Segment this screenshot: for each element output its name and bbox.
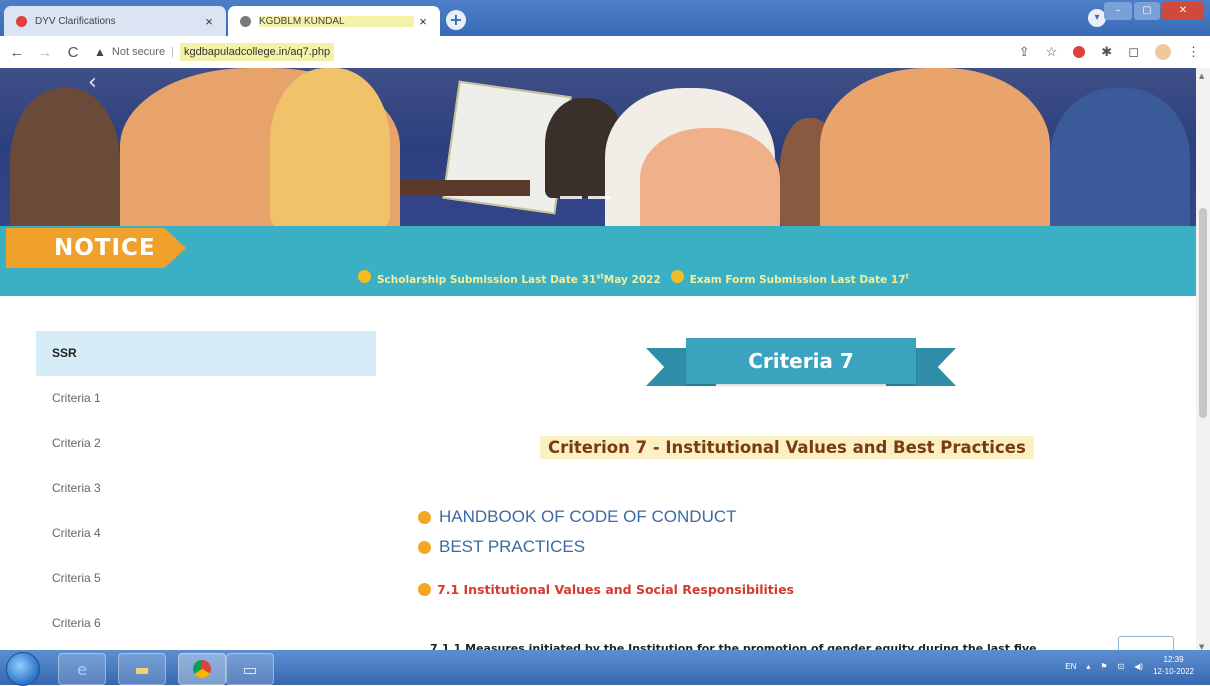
sidebar-item-criteria-6[interactable]: Criteria 6 — [36, 601, 376, 646]
ticker-item[interactable]: Scholarship Submission Last Date 31stMay… — [358, 270, 661, 286]
url-text[interactable]: kgdbapuladcollege.in/aq7.php — [179, 43, 335, 61]
divider: | — [171, 46, 174, 58]
hero-figure — [1050, 88, 1190, 226]
ticker-text: Scholarship Submission Last Date 31 — [377, 274, 597, 286]
criterion-heading: Criterion 7 - Institutional Values and B… — [540, 436, 1034, 459]
hero-figure — [270, 68, 390, 226]
minimize-button[interactable]: – — [1104, 2, 1132, 20]
sidebar-item-ssr[interactable]: SSR — [36, 331, 376, 376]
ticker-sup: t — [905, 272, 909, 281]
carousel-prev-icon[interactable]: ‹ — [88, 70, 97, 95]
criteria-sidebar: SSR Criteria 1 Criteria 2 Criteria 3 Cri… — [36, 331, 376, 646]
subsection-heading[interactable]: 7.1 Institutional Values and Social Resp… — [418, 582, 794, 597]
sidebar-panel-icon[interactable]: ◻ — [1128, 44, 1139, 60]
tab-title: KGDBLM KUNDAL — [259, 15, 414, 27]
profile-avatar-icon[interactable] — [1155, 44, 1171, 60]
ticker-text: Exam Form Submission Last Date 17 — [689, 274, 906, 286]
handbook-link[interactable]: HANDBOOK OF CODE OF CONDUCT — [418, 502, 737, 532]
security-label: Not secure — [111, 46, 166, 58]
subsection-label[interactable]: 7.1 Institutional Values and Social Resp… — [437, 582, 794, 597]
page-title: Criteria 7 — [686, 338, 916, 384]
sidebar-item-criteria-3[interactable]: Criteria 3 — [36, 466, 376, 511]
sidebar-item-criteria-4[interactable]: Criteria 4 — [36, 511, 376, 556]
window-controls: – ▢ ✕ — [1104, 2, 1204, 20]
bullet-icon — [418, 540, 431, 554]
link-label[interactable]: HANDBOOK OF CODE OF CONDUCT — [439, 507, 737, 527]
clock-time: 12:39 — [1163, 655, 1184, 664]
content-links: HANDBOOK OF CODE OF CONDUCT BEST PRACTIC… — [418, 502, 737, 562]
carousel-dot[interactable] — [560, 196, 582, 199]
ticker-sup: st — [596, 272, 604, 281]
browser-tab-bar: DYV Clarifications × KGDBLM KUNDAL × + ▾… — [0, 0, 1210, 36]
hero-figure — [640, 128, 780, 226]
bullet-icon — [670, 270, 684, 283]
favicon-icon — [16, 15, 27, 27]
bullet-icon — [358, 270, 371, 283]
extension-icon[interactable] — [1073, 46, 1086, 58]
clock-date: 12-10-2022 — [1153, 667, 1194, 676]
sidebar-item-criteria-5[interactable]: Criteria 5 — [36, 556, 376, 601]
scroll-up-icon[interactable]: ▲ — [1199, 72, 1204, 80]
chrome-logo — [193, 660, 211, 678]
windows-taskbar: e ▬ ▭ EN ▴ ⚑ ⊡ ◀) 12:39 12-10-2022 — [0, 650, 1210, 686]
internet-explorer-icon[interactable]: e — [58, 653, 106, 685]
close-tab-icon[interactable]: × — [414, 14, 432, 29]
sidebar-item-criteria-1[interactable]: Criteria 1 — [36, 376, 376, 421]
close-tab-icon[interactable]: × — [200, 14, 218, 29]
display-settings-icon[interactable]: ▭ — [226, 653, 274, 685]
volume-icon[interactable]: ◀) — [1134, 662, 1143, 671]
link-label[interactable]: BEST PRACTICES — [439, 537, 585, 557]
favicon-icon — [240, 15, 251, 27]
page-scrollbar[interactable]: ▲ ▼ — [1196, 68, 1210, 655]
forward-arrow-icon[interactable]: → — [34, 44, 56, 61]
warning-icon[interactable]: ▲ — [94, 45, 106, 59]
show-hidden-icons-icon[interactable]: ▴ — [1086, 662, 1090, 671]
bullet-icon — [418, 583, 431, 596]
scroll-thumb[interactable] — [1199, 208, 1207, 418]
carousel-dots — [560, 196, 610, 199]
best-practices-link[interactable]: BEST PRACTICES — [418, 532, 737, 562]
chrome-icon[interactable] — [178, 653, 226, 685]
menu-dots-icon[interactable]: ⋮ — [1187, 44, 1200, 60]
maximize-button[interactable]: ▢ — [1134, 2, 1160, 20]
start-button[interactable] — [6, 652, 40, 686]
ticker-item[interactable]: Exam Form Submission Last Date 17t — [670, 270, 909, 286]
clock[interactable]: 12:39 12-10-2022 — [1153, 654, 1194, 678]
tray-image — [400, 180, 530, 196]
hero-figure — [10, 88, 120, 226]
language-indicator[interactable]: EN — [1065, 662, 1076, 671]
network-icon[interactable]: ⊡ — [1118, 662, 1125, 671]
notice-ticker: Scholarship Submission Last Date 31stMay… — [358, 270, 909, 286]
new-tab-button[interactable]: + — [446, 10, 466, 30]
tab-dyv-clarifications[interactable]: DYV Clarifications × — [4, 6, 226, 36]
ticker-tail: May 2022 — [603, 274, 661, 286]
hero-figure — [820, 68, 1050, 226]
flag-icon[interactable]: ⚑ — [1100, 662, 1107, 671]
carousel-dot[interactable] — [588, 196, 610, 199]
close-window-button[interactable]: ✕ — [1162, 2, 1204, 20]
share-icon[interactable]: ⇪ — [1019, 44, 1030, 60]
tab-kgdblm-kundal[interactable]: KGDBLM KUNDAL × — [228, 6, 440, 36]
reload-icon[interactable]: C — [62, 44, 84, 61]
address-bar: ← → C ▲ Not secure | kgdbapuladcollege.i… — [0, 36, 1210, 69]
hero-banner-image: ‹ — [0, 68, 1196, 226]
extensions-puzzle-icon[interactable]: ✱ — [1101, 44, 1112, 60]
system-tray: EN ▴ ⚑ ⊡ ◀) 12:39 12-10-2022 — [1065, 654, 1194, 678]
toolbar-icons: ⇪ ☆ ✱ ◻ ⋮ — [1019, 44, 1200, 60]
file-explorer-icon[interactable]: ▬ — [118, 653, 166, 685]
sidebar-item-criteria-2[interactable]: Criteria 2 — [36, 421, 376, 466]
tab-title: DYV Clarifications — [35, 15, 116, 27]
bookmark-star-icon[interactable]: ☆ — [1046, 44, 1058, 60]
url-field[interactable]: ▲ Not secure | kgdbapuladcollege.in/aq7.… — [94, 43, 335, 61]
back-arrow-icon[interactable]: ← — [6, 44, 28, 61]
section-ribbon: Criteria 7 — [646, 338, 956, 394]
bullet-icon — [418, 510, 431, 524]
notice-label: NOTICE — [6, 228, 186, 268]
